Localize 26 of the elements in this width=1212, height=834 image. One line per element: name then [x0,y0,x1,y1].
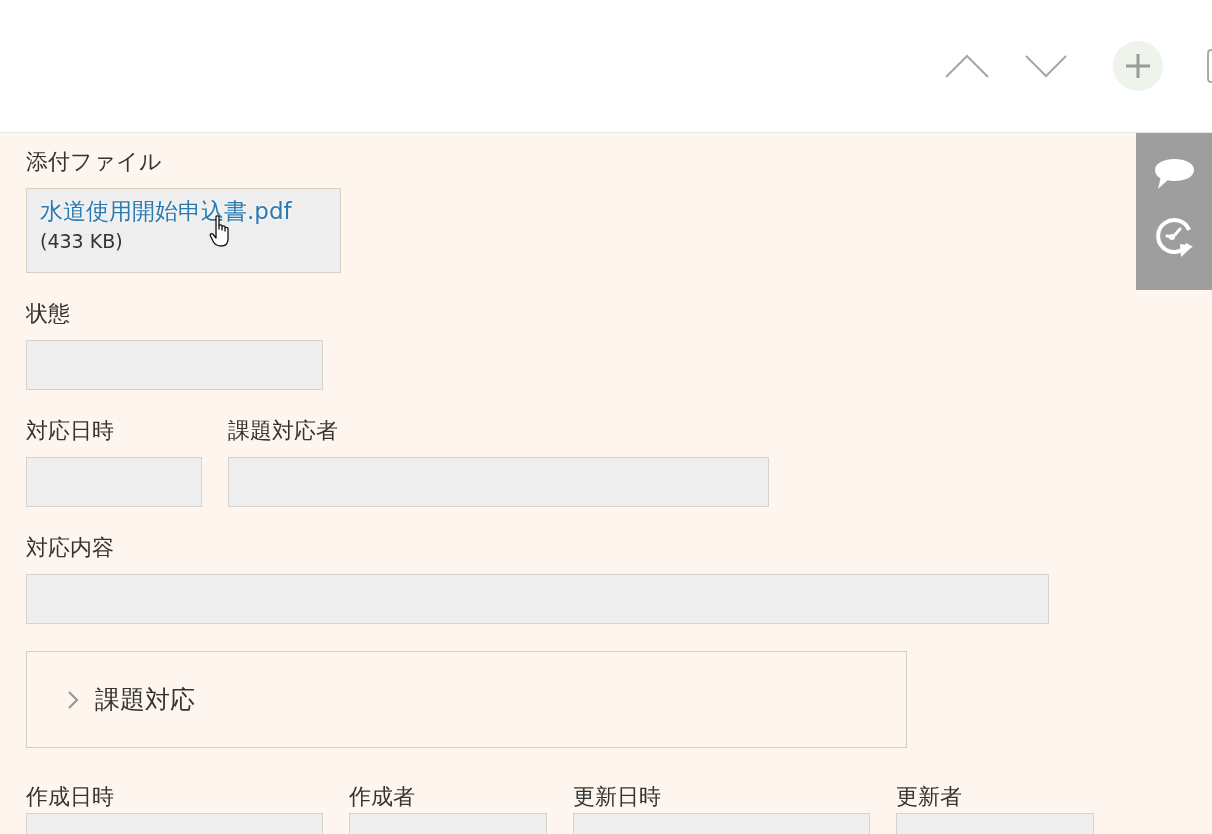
field-label: 課題対応者 [228,417,338,445]
file-size: (433 KB) [40,229,123,254]
field-label: 対応日時 [26,417,114,445]
field-label: 更新者 [896,783,962,811]
speech-bubble-icon[interactable] [1153,158,1195,190]
input-field[interactable] [26,457,202,507]
chevron-right-icon [66,689,80,710]
chevron-up-icon[interactable] [945,53,989,79]
rounded-edge-icon[interactable] [1207,49,1212,83]
input-field[interactable] [896,813,1094,834]
clock-refresh-icon[interactable] [1154,216,1194,258]
field-label: 作成者 [349,783,415,811]
field-label: 対応内容 [26,534,114,562]
input-field[interactable] [349,813,547,834]
add-icon[interactable] [1113,41,1163,91]
input-field[interactable] [26,813,323,834]
input-field[interactable] [573,813,870,834]
input-field[interactable] [26,340,323,390]
input-field[interactable] [228,457,769,507]
section-toggle[interactable]: 課題対応 [66,683,195,716]
field-label: 状態 [26,300,70,328]
field-label: 添付ファイル [26,148,162,176]
chevron-down-icon[interactable] [1025,54,1067,78]
field-label: 更新日時 [573,783,661,811]
input-field[interactable] [26,574,1049,624]
field-label: 作成日時 [26,783,114,811]
